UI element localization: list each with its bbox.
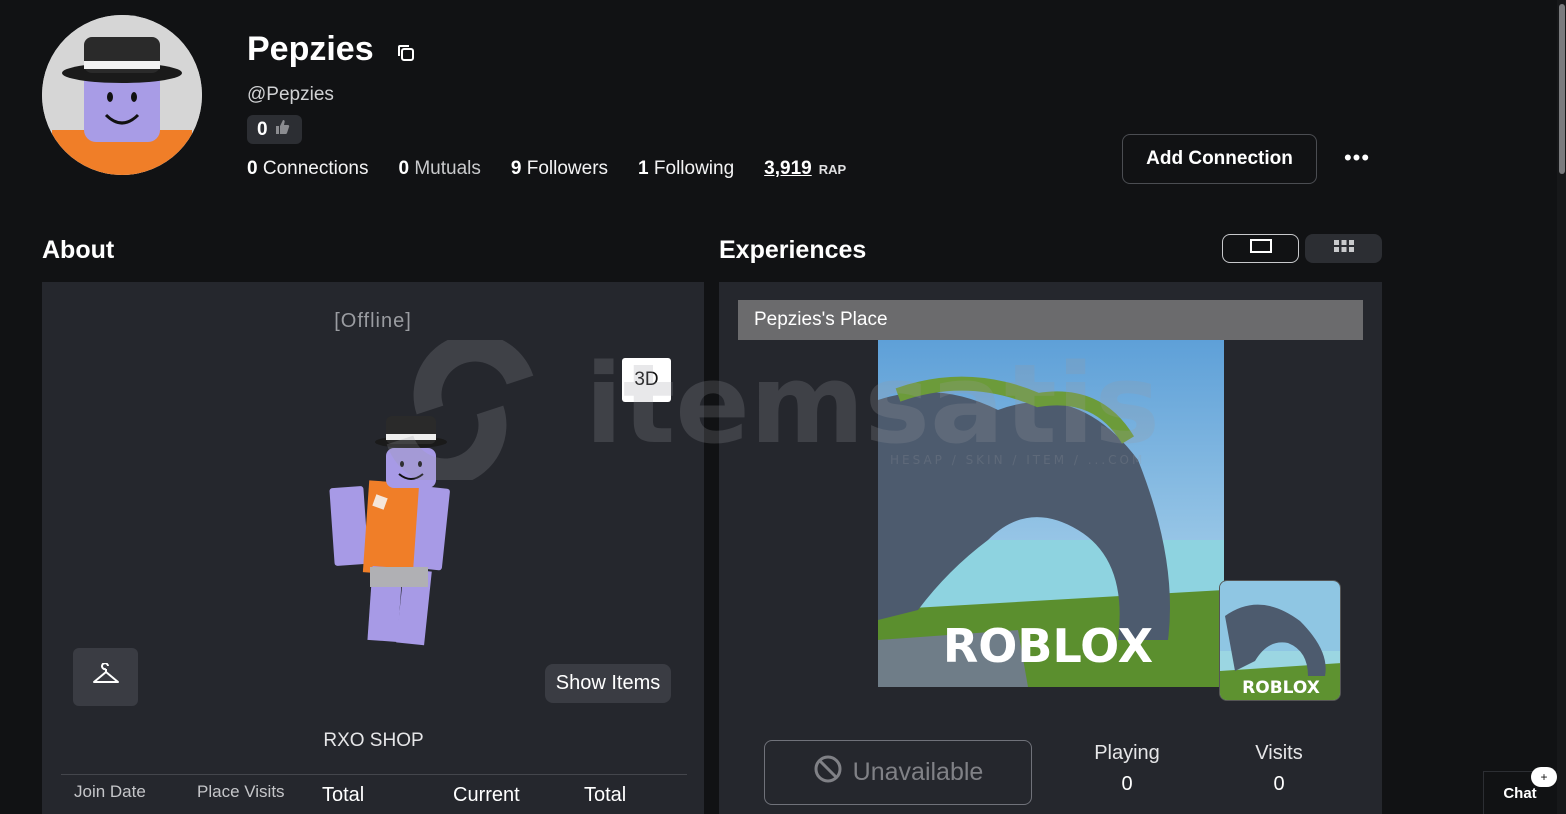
unavailable-button[interactable]: Unavailable bbox=[764, 740, 1032, 805]
experience-thumbnail[interactable]: ROBLOX bbox=[878, 340, 1224, 687]
presence-status: [Offline] bbox=[334, 310, 412, 332]
roblox-small-logo-text: ROBLOX bbox=[1242, 678, 1320, 698]
single-view-icon bbox=[1249, 239, 1272, 258]
playing-stat: Playing 0 bbox=[1067, 742, 1187, 796]
experiences-panel: Pepzies's Place ROBLOX ROBLOX Unavailabl… bbox=[719, 282, 1382, 814]
thumbs-up-icon bbox=[274, 119, 290, 140]
profile-avatar[interactable] bbox=[42, 15, 202, 175]
profile-stats: 0 Connections 0 Mutuals 9 Followers 1 Fo… bbox=[247, 158, 876, 180]
about-panel: [Offline] 3D Show Items RXO SHOP Join Da… bbox=[42, 282, 704, 814]
mutuals-count: 0 bbox=[398, 158, 410, 179]
playing-label: Playing bbox=[1094, 742, 1160, 764]
svg-text:ROBLOX: ROBLOX bbox=[943, 619, 1153, 673]
about-description: RXO SHOP bbox=[323, 730, 424, 751]
mutuals-stat[interactable]: 0 Mutuals bbox=[398, 158, 480, 180]
visits-label: Visits bbox=[1255, 742, 1303, 764]
visits-stat: Visits 0 bbox=[1219, 742, 1339, 796]
page-scrollbar-thumb[interactable] bbox=[1559, 4, 1565, 174]
roblox-logo-text: ROBLOX bbox=[943, 619, 1153, 673]
new-chat-badge[interactable]: + bbox=[1531, 767, 1557, 787]
grid-view-toggle[interactable] bbox=[1305, 234, 1382, 263]
avatar-3d-figure bbox=[282, 402, 482, 662]
rap-label: RAP bbox=[818, 162, 847, 177]
username: @Pepzies bbox=[247, 84, 334, 105]
rap-stat[interactable]: 3,919 RAP bbox=[764, 158, 846, 180]
display-name: Pepzies bbox=[247, 30, 374, 68]
experiences-title: Experiences bbox=[719, 236, 867, 264]
mutuals-label: Mutuals bbox=[414, 158, 481, 179]
stats-divider bbox=[61, 774, 687, 775]
connections-count: 0 bbox=[247, 158, 258, 179]
chat-label: Chat bbox=[1503, 784, 1537, 802]
following-count: 1 bbox=[638, 158, 649, 179]
copy-icon[interactable] bbox=[395, 42, 417, 64]
playing-value: 0 bbox=[1121, 773, 1133, 795]
unavailable-label: Unavailable bbox=[852, 758, 984, 786]
stat-header-total-2: Total bbox=[584, 784, 627, 806]
add-connection-button[interactable]: Add Connection bbox=[1122, 134, 1317, 184]
hanger-button[interactable] bbox=[73, 648, 138, 706]
connections-stat[interactable]: 0 Connections bbox=[247, 158, 368, 180]
stat-header-total: Total bbox=[322, 784, 365, 806]
blocked-icon bbox=[813, 754, 843, 791]
stat-header-place-visits: Place Visits bbox=[197, 782, 285, 801]
followers-stat[interactable]: 9 Followers bbox=[511, 158, 608, 180]
experience-title[interactable]: Pepzies's Place bbox=[738, 300, 1363, 340]
show-items-button[interactable]: Show Items bbox=[545, 664, 671, 703]
stat-header-join-date: Join Date bbox=[74, 782, 146, 801]
grid-view-icon bbox=[1333, 239, 1355, 258]
about-title: About bbox=[42, 236, 115, 264]
experience-icon[interactable]: ROBLOX bbox=[1219, 580, 1341, 701]
following-label: Following bbox=[653, 158, 735, 179]
likes-count: 0 bbox=[257, 118, 268, 140]
view-3d-button[interactable]: 3D bbox=[622, 358, 671, 402]
hanger-icon bbox=[92, 661, 120, 692]
followers-label: Followers bbox=[526, 158, 609, 179]
followers-count: 9 bbox=[510, 158, 522, 179]
single-view-toggle[interactable] bbox=[1222, 234, 1299, 263]
rap-value[interactable]: 3,919 bbox=[764, 158, 812, 179]
following-stat[interactable]: 1 Following bbox=[638, 158, 734, 180]
likes-badge: 0 bbox=[247, 115, 302, 144]
visits-value: 0 bbox=[1273, 773, 1285, 795]
more-options-button[interactable]: ••• bbox=[1338, 145, 1376, 173]
connections-label: Connections bbox=[262, 158, 369, 179]
stat-header-current: Current bbox=[453, 784, 520, 806]
